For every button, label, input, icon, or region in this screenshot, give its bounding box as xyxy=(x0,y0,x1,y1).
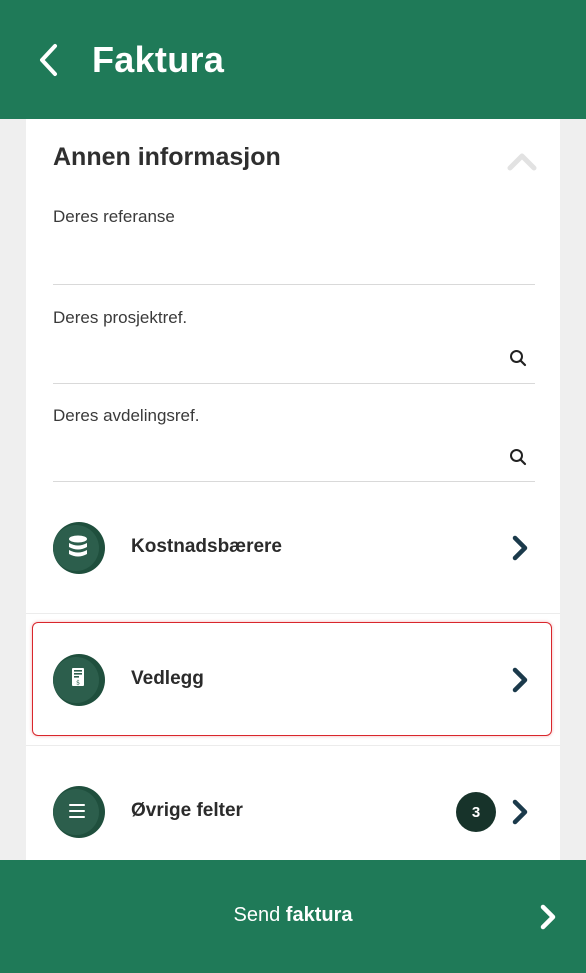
chevron-right-icon xyxy=(512,535,528,561)
project-ref-field: Deres prosjektref. xyxy=(53,308,535,388)
reference-label: Deres referanse xyxy=(53,207,175,226)
reference-input[interactable] xyxy=(53,245,493,275)
send-label-bold: faktura xyxy=(285,904,353,926)
reference-field: Deres referanse xyxy=(53,207,535,287)
row-divider xyxy=(26,613,560,614)
row-label: Vedlegg xyxy=(131,668,204,689)
chevron-right-icon xyxy=(540,904,556,930)
send-invoice-label: Send faktura xyxy=(0,904,586,927)
menu-lines-icon xyxy=(53,786,105,838)
search-icon[interactable] xyxy=(509,349,527,367)
row-label: Kostnadsbærere xyxy=(131,536,282,557)
row-kostnadsbaerere[interactable]: Kostnadsbærere xyxy=(26,500,560,596)
project-ref-input[interactable] xyxy=(53,345,493,375)
project-ref-label: Deres prosjektref. xyxy=(53,308,188,327)
chevron-right-icon xyxy=(512,799,528,825)
row-divider xyxy=(26,745,560,746)
page-title: Faktura xyxy=(92,39,225,80)
section-title: Annen informasjon xyxy=(53,143,281,171)
chevron-left-icon xyxy=(40,44,57,76)
chevron-up-icon xyxy=(507,153,537,171)
field-divider xyxy=(53,284,535,285)
svg-text:$: $ xyxy=(76,680,80,687)
department-ref-input[interactable] xyxy=(53,444,493,474)
send-invoice-button[interactable]: Send faktura xyxy=(0,860,586,973)
info-card: Annen informasjon Deres referanse Deres … xyxy=(26,119,560,860)
count-badge: 3 xyxy=(456,792,496,832)
search-icon[interactable] xyxy=(509,448,527,466)
database-icon xyxy=(53,522,105,574)
field-divider xyxy=(53,481,535,482)
app-header: Faktura xyxy=(0,0,586,119)
invoice-document-icon: $ xyxy=(53,654,105,706)
department-ref-label: Deres avdelingsref. xyxy=(53,406,200,425)
send-label-prefix: Send xyxy=(233,904,281,926)
row-vedlegg[interactable]: $ Vedlegg xyxy=(26,632,560,728)
back-button[interactable] xyxy=(28,38,68,82)
collapse-button[interactable] xyxy=(506,147,538,175)
field-divider xyxy=(53,383,535,384)
row-label: Øvrige felter xyxy=(131,800,243,821)
department-ref-field: Deres avdelingsref. xyxy=(53,406,535,486)
chevron-right-icon xyxy=(512,667,528,693)
